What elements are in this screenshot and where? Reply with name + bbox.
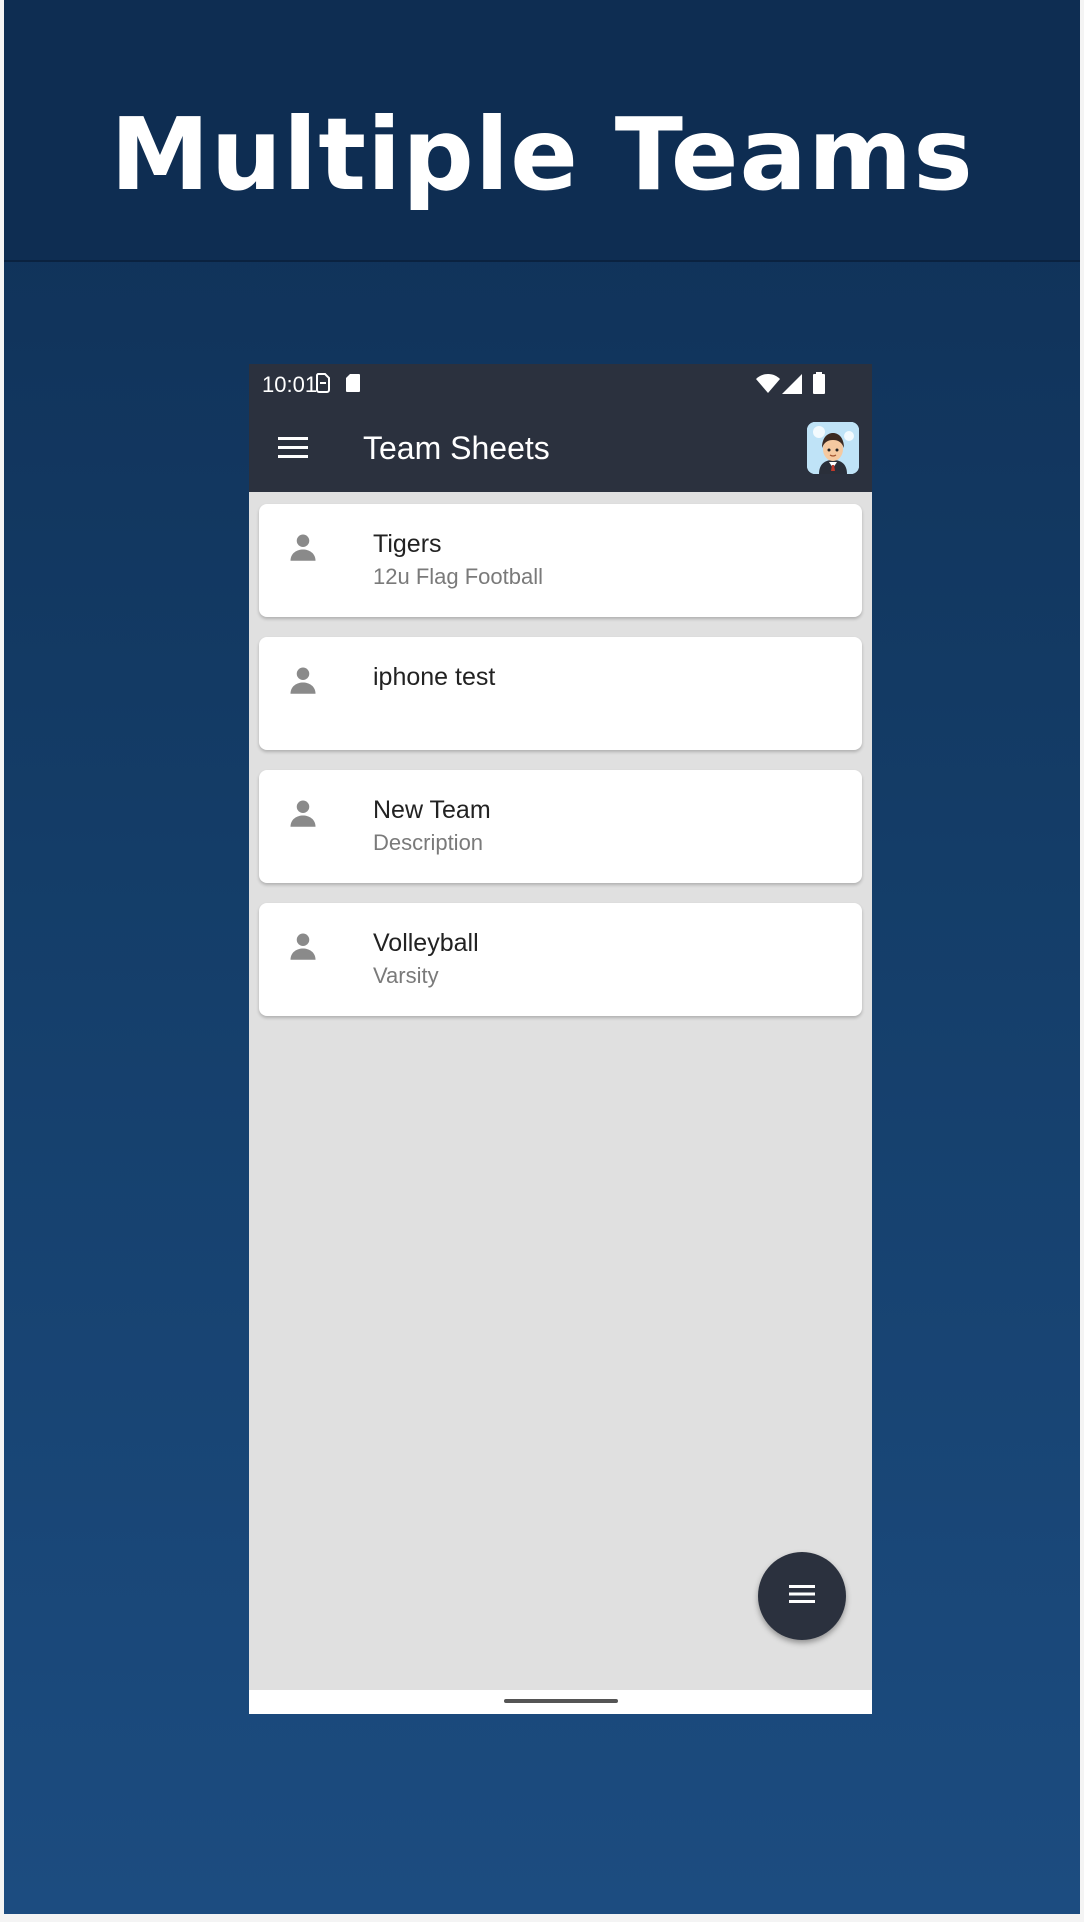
team-card-new-team[interactable]: New Team Description: [259, 770, 862, 883]
phone-screen: 10:01 Team Sheets Tigers 12u Flag Footba…: [249, 364, 872, 1714]
person-icon: [290, 534, 316, 561]
banner-headline: Multiple Teams: [110, 96, 974, 213]
menu-icon: [278, 437, 308, 458]
team-card-volleyball[interactable]: Volleyball Varsity: [259, 903, 862, 1016]
battery-icon: [813, 372, 825, 394]
sim-icon: [315, 373, 330, 393]
team-name: Tigers: [373, 530, 442, 558]
status-time: 10:01: [262, 372, 318, 397]
team-name: New Team: [373, 796, 491, 824]
person-icon: [290, 800, 316, 827]
team-description: Varsity: [373, 963, 439, 988]
team-description: Description: [373, 830, 484, 855]
user-avatar-icon: [807, 422, 859, 474]
team-list: Tigers 12u Flag Football iphone test New…: [259, 504, 862, 1036]
team-description: 12u Flag Football: [373, 564, 543, 589]
team-card-tigers[interactable]: Tigers 12u Flag Football: [259, 504, 862, 617]
menu-button[interactable]: [265, 428, 308, 468]
team-name: iphone test: [373, 663, 496, 691]
banner: Multiple Teams: [4, 0, 1080, 262]
status-bar: 10:01: [249, 364, 872, 404]
team-card-iphone-test[interactable]: iphone test: [259, 637, 862, 750]
person-icon: [290, 933, 316, 960]
frame-edge-right: [1080, 0, 1084, 1922]
app-bar: Team Sheets: [249, 404, 872, 492]
wifi-icon: [756, 374, 780, 393]
app-title: Team Sheets: [363, 430, 550, 466]
menu-icon: [789, 1585, 815, 1603]
signal-icon: [782, 374, 802, 394]
gesture-nav-area: [249, 1690, 872, 1714]
fab-menu-button[interactable]: [758, 1552, 846, 1640]
team-name: Volleyball: [373, 929, 479, 957]
person-icon: [290, 667, 316, 694]
frame-edge-bottom: [0, 1914, 1084, 1922]
avatar[interactable]: [807, 422, 859, 474]
sd-card-icon: [346, 374, 360, 392]
gesture-handle[interactable]: [504, 1699, 618, 1703]
